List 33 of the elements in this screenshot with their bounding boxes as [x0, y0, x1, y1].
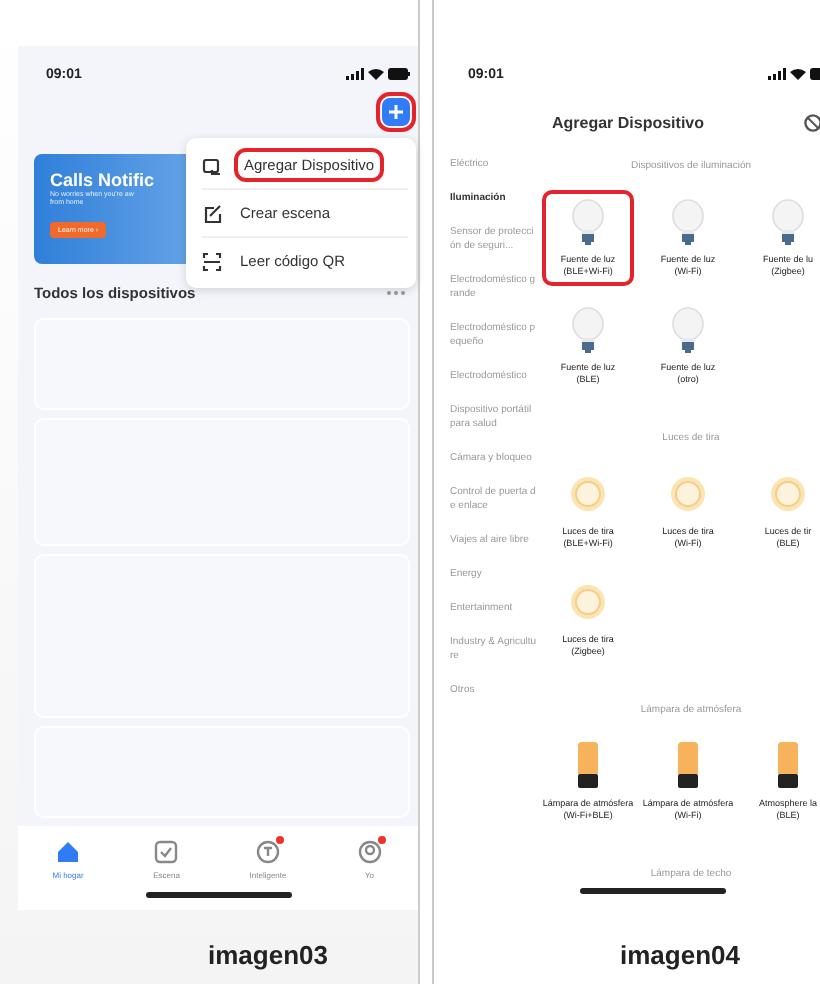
- notification-dot: [377, 836, 386, 844]
- battery-icon: [388, 68, 410, 80]
- image-caption: imagen04: [618, 940, 742, 970]
- scan-icon: [202, 251, 222, 271]
- notification-dot: [276, 836, 284, 844]
- signal-icon: [768, 68, 786, 80]
- banner-title: Calls Notific: [50, 170, 157, 190]
- home-icon: [54, 838, 83, 866]
- ring-icon: [568, 582, 608, 622]
- add-button[interactable]: [382, 98, 410, 126]
- wifi-icon: [368, 68, 384, 80]
- bulb-icon: [570, 198, 606, 246]
- lamp-icon: [576, 742, 600, 790]
- bulb-icon: [770, 198, 806, 246]
- lamp-icon: [776, 742, 800, 790]
- ring-icon: [568, 474, 608, 514]
- wifi-icon: [790, 68, 806, 80]
- edit-icon: [202, 203, 222, 223]
- image-caption: imagen03: [206, 940, 330, 970]
- signal-icon: [346, 68, 364, 80]
- user-icon: [355, 838, 384, 866]
- ring-icon: [668, 474, 708, 514]
- checkbox-icon: [152, 838, 181, 866]
- ring-icon: [768, 474, 808, 514]
- more-icon: [386, 290, 406, 296]
- bulb-icon: [670, 198, 706, 246]
- device-icon: [202, 155, 222, 175]
- bulb-icon: [570, 306, 606, 354]
- plus-icon: [388, 104, 404, 120]
- screen-title: Agregar Dispositivo: [549, 113, 706, 131]
- bulb-icon: [670, 306, 706, 354]
- circle-icon: [254, 838, 282, 866]
- lamp-icon: [676, 742, 700, 790]
